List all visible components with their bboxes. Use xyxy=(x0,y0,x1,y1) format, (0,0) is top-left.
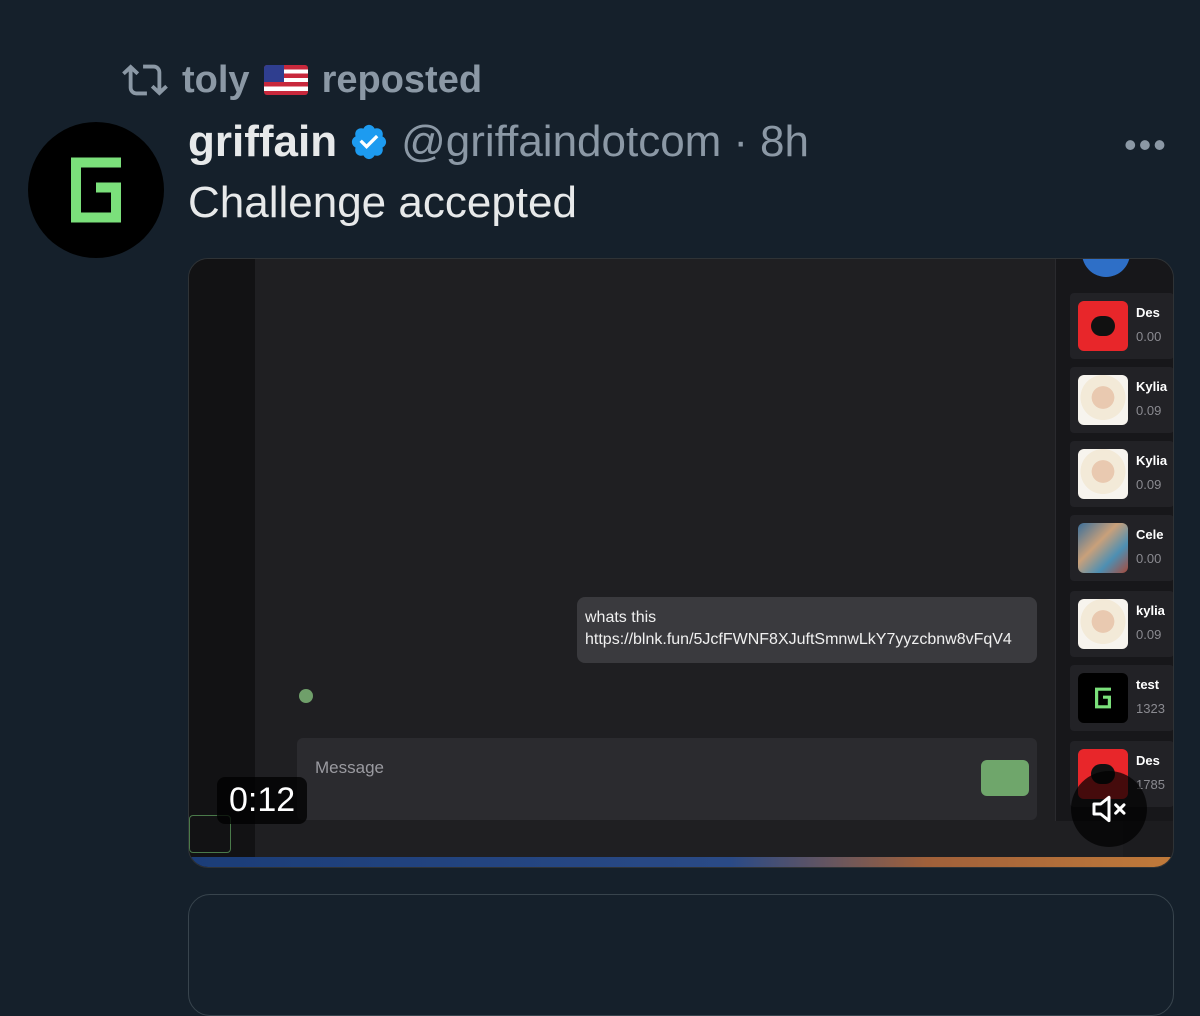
status-dot-icon xyxy=(299,689,313,703)
chat-message-bubble: whats this https://blnk.fun/5JcfFWNF8XJu… xyxy=(577,597,1037,663)
repost-label: reposted xyxy=(321,58,483,101)
token-name: Des xyxy=(1136,305,1160,320)
token-name: Des xyxy=(1136,753,1160,768)
repost-icon xyxy=(122,64,168,96)
token-value: 0.00 xyxy=(1136,329,1162,344)
token-name: Kylia xyxy=(1136,453,1168,468)
send-button xyxy=(981,760,1029,796)
doll-avatar-icon xyxy=(1078,599,1128,649)
token-name: Cele xyxy=(1136,527,1164,542)
tweet-time[interactable]: 8h xyxy=(760,117,809,167)
token-list-item: test 1323 xyxy=(1070,665,1173,731)
muted-speaker-icon xyxy=(1092,795,1126,823)
cat-avatar-icon xyxy=(1078,301,1128,351)
more-options-icon[interactable]: ••• xyxy=(1124,124,1168,166)
tweet-header: griffain @griffaindotcom · 8h xyxy=(188,114,809,170)
doll-avatar-icon xyxy=(1078,375,1128,425)
chat-message-link: https://blnk.fun/5JcfFWNF8XJuftSmnwLkY7y… xyxy=(585,631,1012,648)
token-value: 1323 xyxy=(1136,701,1165,716)
token-name: kylia xyxy=(1136,603,1165,618)
token-list-panel: Des 0.00 Kylia 0.09 Kylia 0.09 Cele 0.00… xyxy=(1055,259,1173,821)
partial-token-icon xyxy=(1082,259,1130,277)
header-separator: · xyxy=(733,117,748,166)
token-value: 0.09 xyxy=(1136,477,1162,492)
token-list-item: Kylia 0.09 xyxy=(1070,367,1173,433)
token-name: Kylia xyxy=(1136,379,1168,394)
token-list-item: Cele 0.00 xyxy=(1070,515,1173,581)
doll-avatar-icon xyxy=(1078,449,1128,499)
token-name: test xyxy=(1136,677,1160,692)
token-value: 0.09 xyxy=(1136,403,1162,418)
token-list-item: kylia 0.09 xyxy=(1070,591,1173,657)
griffain-logo-icon xyxy=(1078,673,1128,723)
art-avatar-icon xyxy=(1078,523,1128,573)
token-list-item: Kylia 0.09 xyxy=(1070,441,1173,507)
us-flag-icon xyxy=(263,65,308,95)
author-name[interactable]: griffain xyxy=(188,117,337,167)
video-taskbar-strip xyxy=(189,857,1173,867)
repost-user[interactable]: toly xyxy=(182,59,250,102)
verified-badge-icon xyxy=(352,124,387,160)
video-player[interactable]: whats this https://blnk.fun/5JcfFWNF8XJu… xyxy=(188,258,1174,868)
message-input-box: Message xyxy=(297,738,1037,820)
tweet-text: Challenge accepted xyxy=(188,178,577,227)
video-timer: 0:12 xyxy=(217,777,308,824)
video-app-sidebar xyxy=(189,259,255,867)
token-list-item: Des 0.00 xyxy=(1070,293,1173,359)
message-placeholder: Message xyxy=(315,758,384,777)
mute-button[interactable] xyxy=(1071,771,1147,847)
author-avatar[interactable] xyxy=(28,122,164,258)
quoted-tweet-card[interactable] xyxy=(188,894,1174,1016)
chat-message-line1: whats this xyxy=(585,609,657,626)
repost-indicator[interactable]: toly reposted xyxy=(122,58,482,102)
token-value: 0.09 xyxy=(1136,627,1162,642)
token-value: 0.00 xyxy=(1136,551,1162,566)
griffain-logo-icon xyxy=(71,157,121,223)
author-handle[interactable]: @griffaindotcom xyxy=(401,117,721,167)
